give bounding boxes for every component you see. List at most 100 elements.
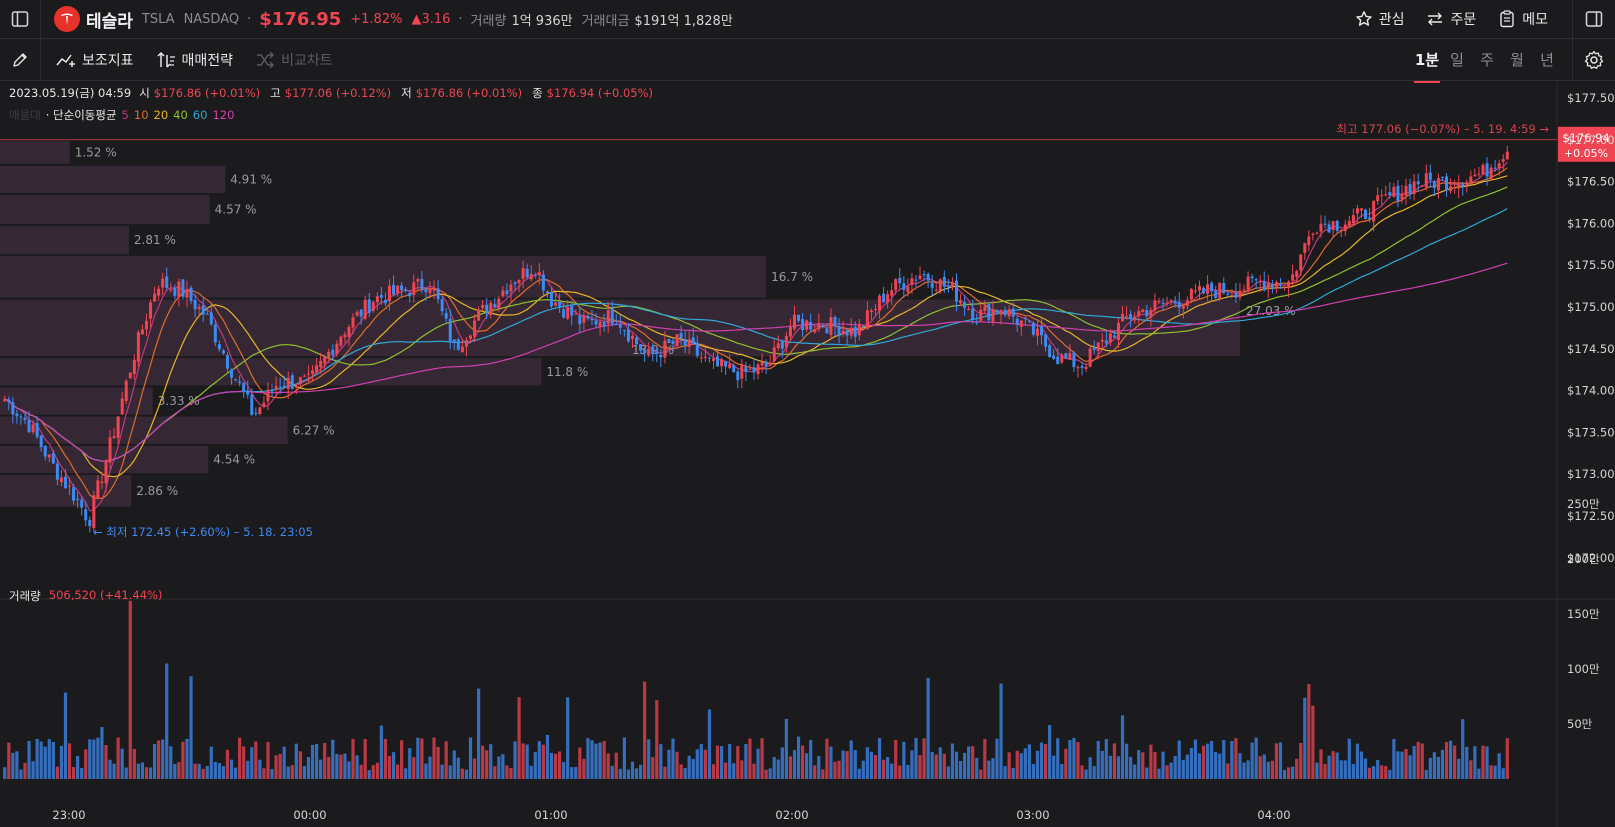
memo-button[interactable]: 메모 (1498, 9, 1548, 29)
tab-period-day[interactable]: 일 (1442, 49, 1472, 70)
candle-body (720, 359, 724, 367)
volume-bar (549, 752, 554, 779)
time-axis-tick: 03:00 (1016, 808, 1049, 822)
candle-body (797, 314, 801, 321)
volume-profile-label: 2.86 % (136, 484, 178, 498)
volume-profile-label[interactable]: 매물대 (9, 107, 41, 123)
volume-bar (1149, 744, 1153, 779)
strategy-button[interactable]: 매매전략 (156, 50, 233, 70)
ma-label[interactable]: · 단순이동평균 (46, 107, 117, 123)
volume-bar (853, 750, 857, 779)
volume-bar (1477, 768, 1481, 779)
candle-body (1505, 151, 1509, 160)
candle-body (128, 372, 132, 379)
volume-bar (1388, 769, 1392, 779)
candle-body (809, 322, 813, 330)
volume-bar (116, 737, 120, 779)
tab-period-month[interactable]: 월 (1502, 49, 1532, 70)
candle-body (363, 299, 367, 319)
compare-chart-button[interactable]: 비교차트 (255, 50, 333, 70)
volume-bar (1092, 766, 1096, 779)
volume-bar (96, 737, 100, 779)
volume-bar (659, 744, 663, 779)
time-axis-tick: 01:00 (534, 808, 567, 822)
volume-bar (837, 760, 841, 779)
candle-body (711, 358, 715, 361)
candle-body (918, 275, 922, 280)
candle-body (477, 309, 481, 321)
candle-body (1465, 181, 1469, 185)
volume-bar (55, 766, 59, 779)
volume-bar (671, 738, 675, 779)
candle-body (1497, 163, 1501, 169)
panel-toggle-icon[interactable] (1572, 0, 1615, 39)
drawing-tool-button[interactable] (0, 39, 40, 80)
sidebar-toggle-icon[interactable] (0, 0, 40, 39)
candle-body (1400, 193, 1404, 200)
volume-profile-label: 16.7 % (771, 270, 813, 284)
time-axis-tick: 00:00 (293, 808, 326, 822)
ma-20: 20 (153, 108, 169, 122)
volume-bar (1112, 743, 1117, 779)
candle-body (448, 318, 452, 342)
volume-bar (898, 765, 902, 779)
candle-body (1343, 224, 1347, 232)
candle-body (250, 394, 254, 415)
volume-bar (1031, 764, 1036, 779)
volume-bar (424, 763, 428, 779)
volume-bar (1153, 752, 1157, 779)
candle-body (489, 302, 493, 315)
volume-bar (865, 747, 869, 779)
candle-body (1193, 290, 1197, 292)
candle-body (878, 295, 882, 311)
candle-body (1432, 181, 1436, 189)
settings-button[interactable] (1572, 39, 1615, 80)
volume-bar (1448, 740, 1453, 779)
indicator-button[interactable]: 보조지표 (56, 50, 134, 70)
volume-bar (602, 741, 606, 779)
order-button[interactable]: 주문 (1426, 9, 1476, 29)
tab-period-week[interactable]: 주 (1472, 49, 1502, 70)
candle-body (554, 302, 558, 306)
volume-bar (570, 767, 574, 779)
volume-bar (768, 768, 772, 779)
candle-body (1173, 300, 1177, 304)
volume-bar (1157, 768, 1161, 779)
candle-body (1214, 290, 1218, 298)
volume-axis-tick: 150만 (1567, 607, 1600, 621)
candle-body (1287, 281, 1291, 289)
candle-body (1035, 328, 1039, 336)
volume-profile-bar (0, 358, 542, 386)
price-axis-tick: $176.00 (1567, 216, 1615, 230)
tab-period-year[interactable]: 년 (1532, 49, 1562, 70)
candle-body (1068, 353, 1072, 360)
candle-body (837, 325, 841, 337)
candle-body (882, 293, 886, 303)
volume-bar (1315, 762, 1319, 779)
candle-body (1060, 354, 1064, 363)
candle-body (161, 278, 165, 288)
tab-period-1min[interactable]: 1분 (1412, 49, 1442, 83)
price-chart[interactable]: 1.52 %4.91 %4.57 %2.81 %16.7 %27.03 %13.… (0, 81, 1615, 827)
volume-bar (728, 744, 732, 779)
candle-body (371, 302, 375, 311)
candle-body (15, 413, 19, 417)
volume-bar (877, 738, 882, 779)
candle-body (667, 338, 671, 343)
candle-body (1368, 217, 1372, 220)
candle-body (7, 399, 11, 403)
volume-bar (687, 755, 691, 779)
candle-body (464, 340, 468, 347)
candle-body (1040, 326, 1044, 336)
candle-body (108, 437, 112, 463)
volume-bar (1052, 755, 1056, 779)
candle-body (221, 350, 225, 354)
candle-body (1404, 186, 1408, 196)
volume-bar (497, 756, 501, 779)
volume-bar (205, 766, 209, 779)
candle-body (1295, 271, 1299, 277)
volume-bar (1461, 719, 1465, 779)
moving-average-legend: 매물대 · 단순이동평균 5 10 20 40 60 120 (9, 107, 234, 123)
candle-body (39, 435, 43, 448)
watchlist-button[interactable]: 관심 (1355, 9, 1404, 29)
